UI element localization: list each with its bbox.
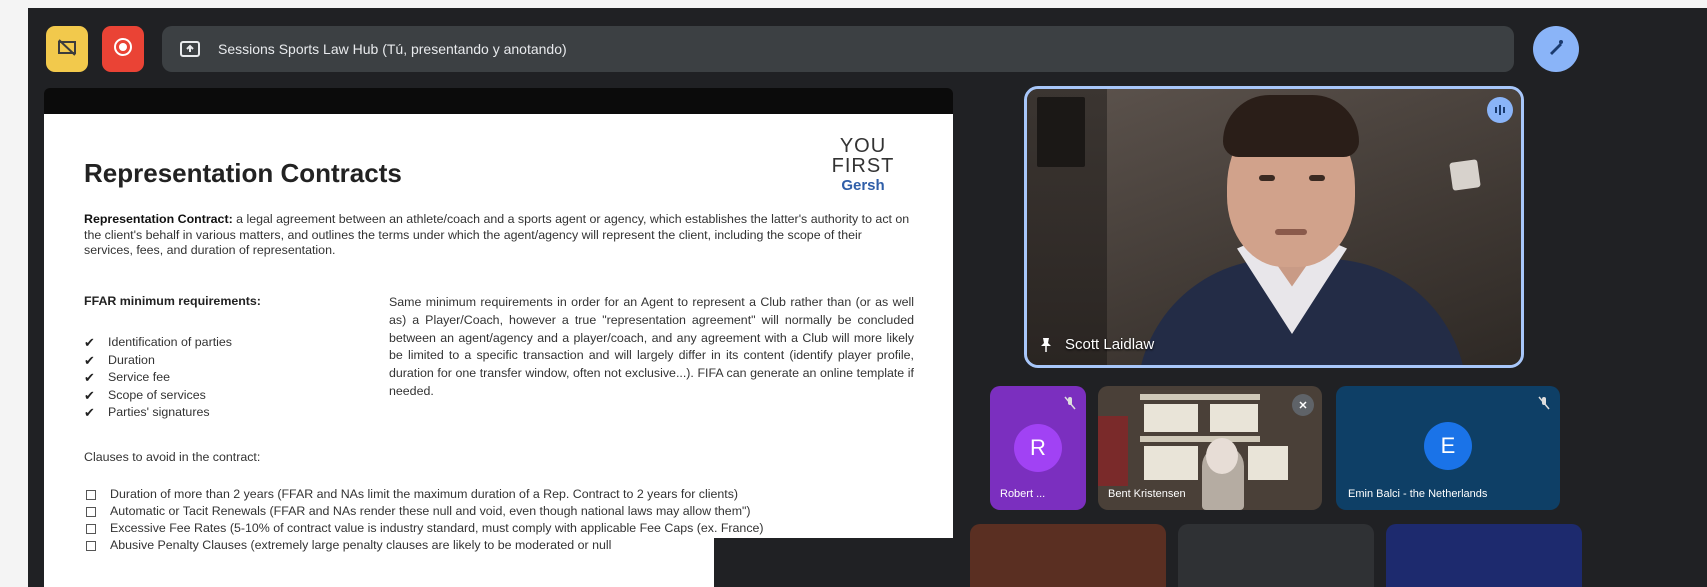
annotate-button[interactable] bbox=[1533, 26, 1579, 72]
requirement-label: Parties' signatures bbox=[108, 405, 210, 419]
definition-paragraph: Representation Contract: a legal agreeme… bbox=[84, 212, 914, 259]
requirements-title: FFAR minimum requirements: bbox=[84, 294, 261, 308]
logo-line-1: YOU bbox=[839, 135, 887, 157]
requirement-label: Duration bbox=[108, 352, 155, 367]
definition-term: Representation Contract: bbox=[84, 212, 233, 226]
clauses-list: Duration of more than 2 years (FFAR and … bbox=[84, 486, 764, 554]
pen-icon bbox=[1546, 37, 1566, 62]
speaker-name-label: Scott Laidlaw bbox=[1039, 336, 1154, 353]
meet-window: Sessions Sports Law Hub (Tú, presentando… bbox=[28, 8, 1707, 587]
participant-name: Emin Balci - the Netherlands bbox=[1348, 488, 1488, 500]
video-books bbox=[1144, 404, 1198, 432]
list-item: Abusive Penalty Clauses (extremely large… bbox=[84, 537, 764, 554]
video-thermostat bbox=[1449, 159, 1481, 191]
list-item: Automatic or Tacit Renewals (FFAR and NA… bbox=[84, 503, 764, 520]
requirement-label: Scope of services bbox=[108, 387, 206, 402]
avatar: R bbox=[1014, 424, 1062, 472]
check-icon: ✔ bbox=[84, 335, 95, 350]
present-screen-icon bbox=[180, 41, 200, 57]
requirements-list: ✔ Identification of parties ✔ Duration ✔ Se… bbox=[84, 334, 232, 422]
more-options-icon[interactable] bbox=[1292, 394, 1314, 416]
speaking-indicator-icon bbox=[1487, 97, 1513, 123]
check-icon: ✔ bbox=[84, 405, 95, 420]
video-window-shape bbox=[1037, 97, 1085, 167]
stop-presenting-button[interactable] bbox=[102, 26, 144, 72]
participant-tile-partial[interactable] bbox=[1178, 524, 1374, 587]
record-icon bbox=[113, 37, 133, 62]
checkbox-icon bbox=[86, 489, 96, 500]
check-icon: ✔ bbox=[84, 352, 95, 368]
checkbox-icon bbox=[86, 540, 96, 551]
video-books bbox=[1248, 446, 1288, 480]
clause-text: Automatic or Tacit Renewals (FFAR and NA… bbox=[110, 504, 751, 518]
check-icon: ✔ bbox=[84, 370, 95, 385]
video-person-eye bbox=[1259, 175, 1275, 181]
clause-text: Abusive Penalty Clauses (extremely large… bbox=[110, 538, 612, 552]
video-books bbox=[1144, 446, 1198, 480]
agent-requirements-paragraph: Same minimum requirements in order for a… bbox=[389, 295, 914, 398]
participant-name: Robert ... bbox=[1000, 488, 1046, 500]
speaker-video-tile[interactable]: Scott Laidlaw bbox=[1024, 86, 1524, 368]
logo-line-2: FIRST bbox=[831, 155, 895, 177]
video-background bbox=[1027, 89, 1107, 365]
participant-tile-partial[interactable] bbox=[1386, 524, 1582, 587]
video-person-eye bbox=[1309, 175, 1325, 181]
clause-text: Excessive Fee Rates (5-10% of contract v… bbox=[110, 521, 764, 535]
video-person-hair bbox=[1223, 95, 1359, 157]
camera-off-icon bbox=[57, 38, 77, 61]
list-item: ✔ Identification of parties bbox=[84, 334, 232, 352]
logo: YOU FIRST Gersh bbox=[824, 136, 902, 193]
list-item: ✔ Parties' signatures bbox=[84, 404, 232, 422]
list-item: ✔ Scope of services bbox=[84, 387, 232, 405]
video-person-mouth bbox=[1275, 229, 1307, 235]
logo-line-3: Gersh bbox=[841, 177, 885, 194]
slide-header-strip bbox=[44, 88, 953, 116]
mic-off-icon bbox=[1538, 396, 1550, 410]
check-icon: ✔ bbox=[84, 387, 95, 403]
list-item: Duration of more than 2 years (FFAR and … bbox=[84, 486, 764, 503]
slide-occlusion bbox=[714, 538, 953, 587]
list-item: Excessive Fee Rates (5-10% of contract v… bbox=[84, 520, 764, 537]
pin-icon bbox=[1039, 337, 1053, 353]
mic-off-icon bbox=[1064, 396, 1076, 410]
video-red-object bbox=[1098, 416, 1128, 486]
video-shelf bbox=[1140, 436, 1260, 442]
participant-tile[interactable]: E Emin Balci - the Netherlands bbox=[1336, 386, 1560, 510]
presentation-bar[interactable]: Sessions Sports Law Hub (Tú, presentando… bbox=[162, 26, 1514, 72]
camera-off-button[interactable] bbox=[46, 26, 88, 72]
list-item: ✔ Service fee bbox=[84, 369, 232, 387]
clause-text: Duration of more than 2 years (FFAR and … bbox=[110, 487, 739, 501]
participant-tile-partial[interactable] bbox=[970, 524, 1166, 587]
slide-title: Representation Contracts bbox=[84, 158, 402, 188]
shared-slide: Representation Contracts YOU FIRST Gersh… bbox=[44, 114, 953, 587]
participant-name: Bent Kristensen bbox=[1108, 488, 1186, 500]
list-item: ✔ Duration bbox=[84, 352, 232, 370]
video-shelf bbox=[1140, 394, 1260, 400]
checkbox-icon bbox=[86, 506, 96, 517]
checkbox-icon bbox=[86, 523, 96, 534]
presentation-title: Sessions Sports Law Hub (Tú, presentando… bbox=[218, 41, 567, 57]
requirement-label: Identification of parties bbox=[108, 335, 232, 349]
participant-tile[interactable]: Bent Kristensen bbox=[1098, 386, 1322, 510]
video-books bbox=[1210, 404, 1258, 432]
video-person-head bbox=[1206, 438, 1238, 474]
participant-tile[interactable]: R Robert ... bbox=[990, 386, 1086, 510]
speaker-name: Scott Laidlaw bbox=[1065, 336, 1155, 353]
requirement-label: Service fee bbox=[108, 370, 170, 384]
avatar: E bbox=[1424, 422, 1472, 470]
clauses-title: Clauses to avoid in the contract: bbox=[84, 450, 261, 464]
